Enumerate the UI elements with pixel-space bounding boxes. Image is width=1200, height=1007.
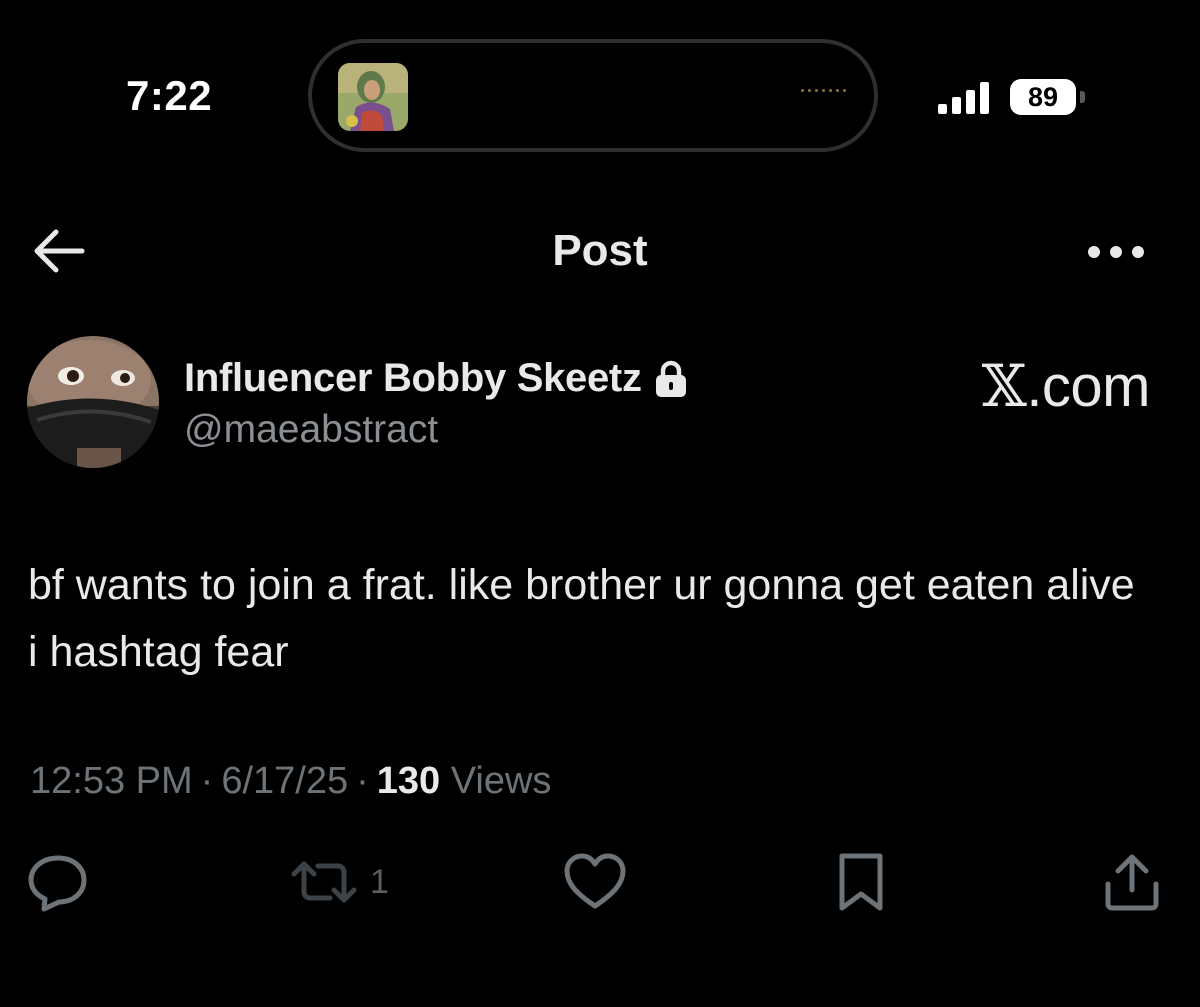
status-time: 7:22 bbox=[126, 72, 213, 119]
x-logo: 𝕏 bbox=[981, 352, 1027, 420]
display-name[interactable]: Influencer Bobby Skeetz bbox=[184, 356, 642, 401]
views-count: 130 bbox=[376, 760, 441, 802]
share-icon bbox=[1105, 854, 1159, 911]
views-label: Views bbox=[450, 760, 552, 802]
now-playing-artwork bbox=[338, 63, 408, 131]
reply-button[interactable] bbox=[26, 852, 90, 912]
more-horizontal-icon[interactable] bbox=[1086, 238, 1146, 266]
like-button[interactable] bbox=[562, 852, 628, 912]
post-text: bf wants to join a frat. like brother ur… bbox=[28, 561, 1135, 676]
repost-button[interactable]: 1 bbox=[288, 852, 389, 912]
dynamic-island[interactable] bbox=[308, 39, 878, 152]
heart-icon bbox=[564, 853, 626, 909]
reply-icon bbox=[28, 855, 87, 912]
island-activity-dots bbox=[801, 89, 846, 92]
avatar[interactable] bbox=[27, 336, 159, 468]
repost-count: 1 bbox=[370, 862, 389, 901]
user-handle[interactable]: @maeabstract bbox=[184, 408, 438, 452]
post-time: 12:53 PM bbox=[30, 760, 193, 802]
bookmark-button[interactable] bbox=[834, 852, 888, 912]
share-button[interactable] bbox=[1102, 852, 1162, 912]
cellular-signal-icon bbox=[938, 82, 989, 114]
bookmark-icon bbox=[839, 853, 883, 911]
meta-separator: · bbox=[200, 760, 214, 802]
arrow-left-icon[interactable] bbox=[32, 226, 86, 276]
post-meta: 12:53 PM · 6/17/25 · 130 Views bbox=[30, 760, 551, 803]
x-com-watermark: 𝕏.com bbox=[981, 352, 1151, 420]
repost-icon bbox=[291, 861, 357, 903]
meta-separator: · bbox=[356, 760, 369, 802]
battery-indicator: 89 bbox=[1010, 79, 1076, 115]
display-name-row[interactable]: Influencer Bobby Skeetz bbox=[184, 356, 688, 401]
lock-icon bbox=[655, 360, 686, 397]
watermark-domain: .com bbox=[1026, 354, 1150, 419]
post-date: 6/17/25 bbox=[221, 760, 349, 802]
page-title: Post bbox=[552, 226, 648, 275]
battery-cap bbox=[1080, 91, 1085, 103]
